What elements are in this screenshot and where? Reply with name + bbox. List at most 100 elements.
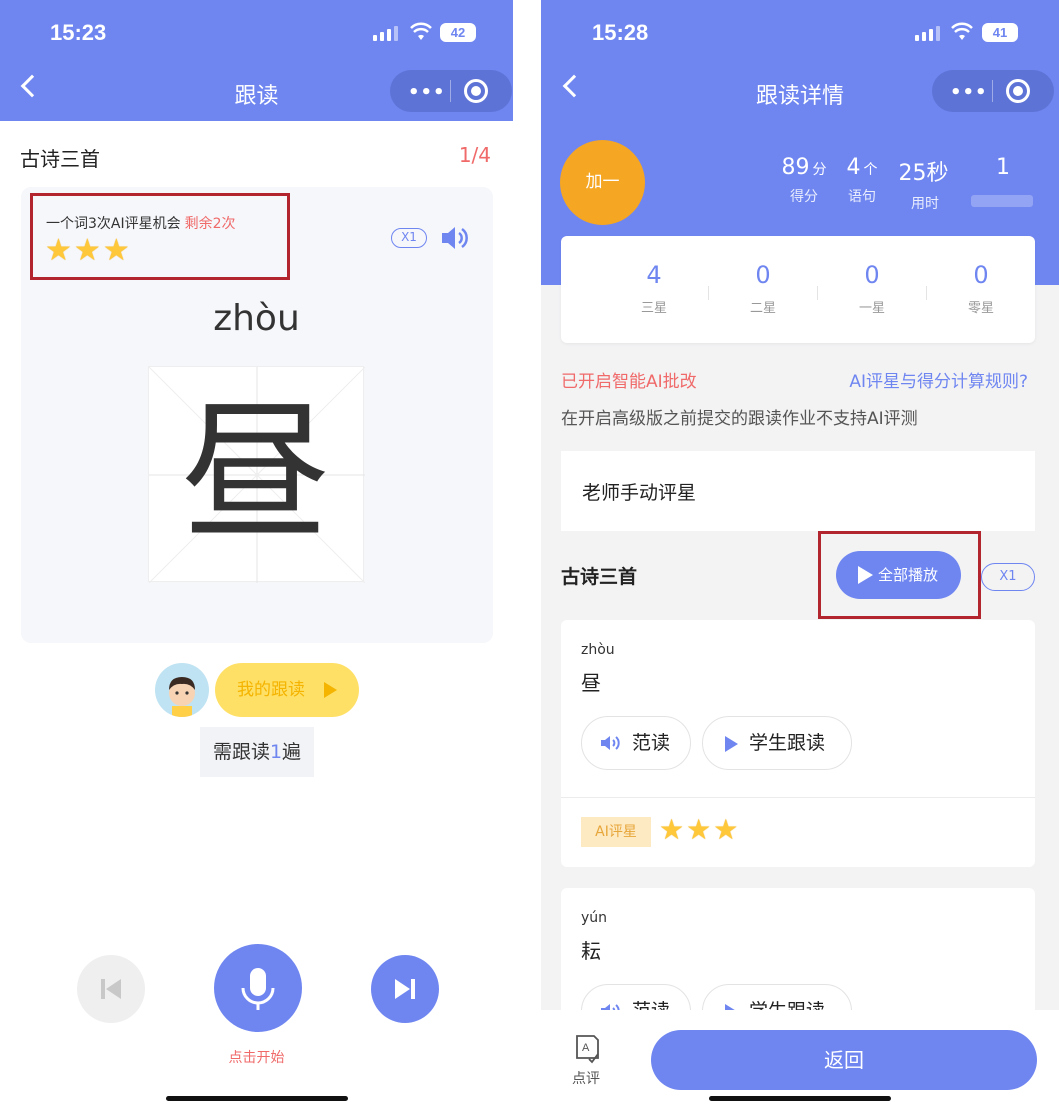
speed-button[interactable]: X1 — [391, 228, 427, 248]
star-icon: ★ — [659, 813, 685, 846]
character-display: 昼 — [180, 387, 331, 561]
home-indicator — [166, 1096, 348, 1101]
return-button[interactable]: 返回 — [651, 1030, 1037, 1090]
student-reading-button[interactable]: 学生跟读 — [702, 716, 852, 770]
star-count-value: 0 — [864, 261, 880, 289]
speed-button[interactable]: X1 — [981, 563, 1035, 591]
ai-chance-text: 一个词3次AI评星机会 剩余2次 — [46, 213, 236, 233]
my-reading-button[interactable]: 我的跟读 — [215, 663, 359, 717]
divider — [561, 797, 1035, 798]
ai-rating-tag: AI评星 — [581, 817, 651, 847]
ai-chance-label: 一个词3次AI评星机会 — [46, 216, 181, 232]
star-icon: ★ — [713, 813, 739, 846]
star-count-one: 0 一星 — [818, 261, 926, 316]
star-count-three: 4 三星 — [600, 261, 708, 316]
repeat-prefix: 需跟读 — [212, 741, 270, 763]
star-rating: ★ ★ ★ — [659, 816, 738, 844]
star-count-value: 0 — [973, 261, 989, 289]
reading-detail-screen: 15:28 41 跟读详情 ••• 加一 89 分 得分 4个 语句 25秒 用时 — [541, 0, 1059, 1115]
capsule-menu: ••• — [932, 70, 1054, 112]
play-all-button[interactable]: 全部播放 — [836, 551, 961, 599]
play-icon — [858, 566, 873, 584]
capsule-divider — [450, 80, 451, 102]
stat-extra: 1 — [981, 155, 1025, 180]
wifi-icon — [410, 22, 432, 40]
student-badge: 加一 — [560, 140, 645, 225]
blurred-label — [971, 195, 1033, 207]
capsule-menu: ••• — [390, 70, 512, 112]
battery-icon: 41 — [982, 23, 1018, 42]
stat-label: 语句 — [848, 189, 876, 205]
star-summary-card: 4 三星 0 二星 0 一星 0 零星 — [561, 236, 1035, 343]
stat-label: 得分 — [790, 189, 818, 205]
previous-button[interactable] — [77, 955, 145, 1023]
star-icon: ★ — [686, 813, 712, 846]
top-bar: 15:23 42 跟读 ••• — [0, 0, 513, 121]
play-icon — [725, 736, 738, 752]
stat-unit: 分 — [812, 162, 827, 178]
star-count-label: 一星 — [858, 301, 885, 316]
section-title: 古诗三首 — [561, 566, 638, 588]
review-icon[interactable]: A — [574, 1034, 600, 1064]
word-pinyin: yún — [581, 910, 608, 926]
home-indicator — [709, 1096, 891, 1101]
battery-icon: 42 — [440, 23, 476, 42]
lesson-title: 古诗三首 — [20, 147, 100, 171]
record-button[interactable] — [214, 944, 302, 1032]
mic-icon — [241, 968, 275, 1010]
stat-value: 89 — [781, 155, 810, 180]
play-icon — [324, 682, 337, 698]
ai-enabled-label: 已开启智能AI批改 — [561, 372, 697, 392]
word-character: 耘 — [581, 939, 601, 963]
star-count-label: 三星 — [640, 301, 667, 316]
signal-icon — [915, 26, 940, 41]
stat-value: 1 — [996, 155, 1010, 180]
next-button[interactable] — [371, 955, 439, 1023]
star-rating: ★ ★ ★ — [45, 236, 130, 266]
speaker-icon — [601, 736, 620, 750]
stat-sentences: 4个 语句 — [834, 155, 890, 206]
ai-rules-link[interactable]: AI评星与得分计算规则? — [849, 367, 1028, 392]
status-time: 15:28 — [592, 20, 649, 45]
wifi-icon — [951, 22, 973, 40]
word-pinyin: zhòu — [581, 642, 615, 658]
stat-unit: 个 — [863, 162, 878, 178]
star-icon: ★ — [102, 233, 130, 268]
speaker-icon[interactable] — [440, 224, 470, 252]
sample-reading-label: 范读 — [632, 732, 671, 754]
star-count-value: 4 — [646, 261, 662, 289]
screen-gap — [513, 0, 541, 1115]
star-count-zero: 0 零星 — [927, 261, 1035, 316]
progress-counter: 1/4 — [458, 143, 491, 167]
sample-reading-button[interactable]: 范读 — [581, 716, 691, 770]
signal-icon — [373, 26, 398, 41]
more-icon[interactable]: ••• — [950, 82, 988, 103]
manual-rating-label: 老师手动评星 — [582, 482, 697, 504]
start-label: 点击开始 — [228, 1050, 285, 1066]
word-result-card: zhòu 昼 范读 学生跟读 AI评星 ★ ★ ★ — [561, 620, 1035, 867]
ai-chance-remaining: 剩余2次 — [184, 216, 236, 232]
status-time: 15:23 — [50, 20, 107, 45]
repeat-suffix: 遍 — [282, 741, 302, 763]
stat-value: 4 — [846, 155, 861, 180]
play-all-label: 全部播放 — [878, 566, 939, 584]
target-icon[interactable] — [464, 79, 488, 103]
more-icon[interactable]: ••• — [408, 82, 446, 103]
target-icon[interactable] — [1006, 79, 1030, 103]
stat-score: 89 分 得分 — [769, 155, 839, 206]
my-reading-label: 我的跟读 — [237, 680, 305, 700]
word-character: 昼 — [581, 671, 601, 695]
reading-screen: 15:23 42 跟读 ••• 古诗三首 1/4 一个词3次AI评星机会 剩余2次… — [0, 0, 513, 1115]
repeat-count: 1 — [269, 741, 283, 763]
avatar — [155, 663, 209, 717]
next-icon — [395, 979, 415, 999]
star-icon: ★ — [45, 233, 72, 268]
star-count-label: 二星 — [749, 301, 776, 316]
star-count-label: 零星 — [967, 301, 994, 316]
repeat-count-text: 需跟读1遍 — [200, 727, 314, 777]
capsule-divider — [992, 80, 993, 102]
prev-icon — [101, 979, 121, 999]
stat-label: 用时 — [911, 196, 939, 212]
stat-value: 25秒 — [898, 161, 949, 186]
review-label[interactable]: 点评 — [572, 1068, 600, 1088]
